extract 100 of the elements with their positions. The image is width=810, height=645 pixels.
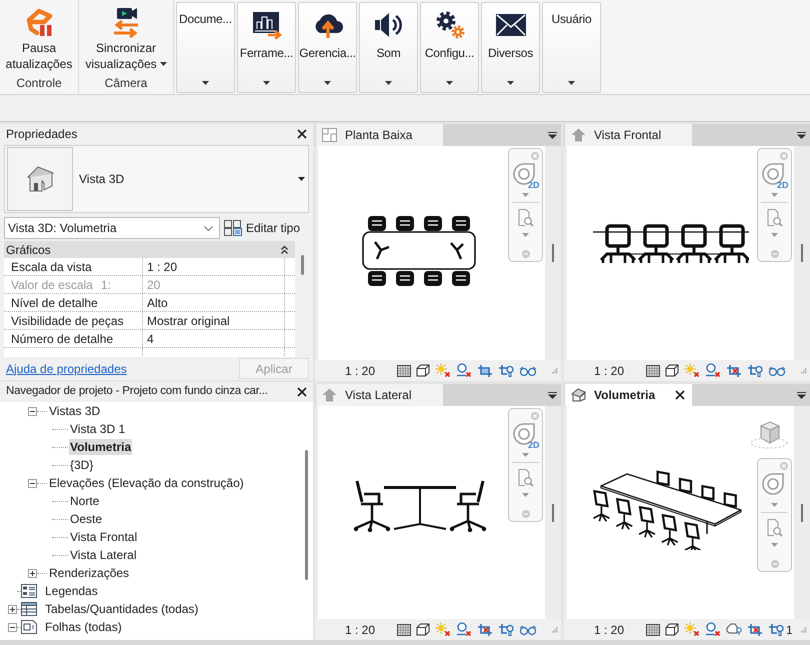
crop-bulb-icon[interactable]: [498, 622, 514, 636]
tree-item[interactable]: Legendas: [44, 583, 99, 599]
tree-item[interactable]: Vistas 3D: [48, 403, 102, 419]
glasses-icon[interactable]: [519, 624, 537, 636]
scrollbar[interactable]: [300, 255, 304, 275]
tree-item[interactable]: Volumetria: [69, 439, 132, 455]
tree-item[interactable]: Vista Frontal: [69, 529, 138, 545]
menu-caret-icon[interactable]: [548, 132, 557, 138]
crop-cross-icon[interactable]: [747, 622, 763, 636]
tree-item[interactable]: Vista 3D 1: [69, 421, 126, 437]
tree-item[interactable]: Vista Lateral: [69, 547, 138, 563]
resize-grip-icon[interactable]: [800, 367, 807, 374]
crop-cross-icon[interactable]: [726, 364, 742, 378]
crop-bulb-icon[interactable]: [747, 364, 763, 378]
checkered-square-icon[interactable]: [397, 624, 411, 636]
scrollbar[interactable]: [552, 504, 554, 522]
ribbon-menu-button[interactable]: Som: [359, 2, 418, 93]
checkered-square-icon[interactable]: [646, 364, 660, 376]
scrollbar[interactable]: [801, 244, 803, 262]
crop-bulb-icon[interactable]: [768, 622, 784, 636]
sheet-icon: [21, 620, 37, 634]
gears-icon: [434, 10, 464, 40]
collapse-icon[interactable]: [28, 406, 37, 416]
view-tab[interactable]: Vista Frontal: [565, 124, 692, 146]
menu-caret-icon[interactable]: [548, 392, 557, 398]
view-tab[interactable]: Planta Baixa: [316, 124, 443, 146]
caret-icon: [298, 177, 305, 181]
crop-cross-icon[interactable]: [477, 622, 493, 636]
close-icon[interactable]: [297, 129, 307, 139]
zoom-icon[interactable]: [518, 469, 534, 487]
ribbon-menu-button[interactable]: Usuário: [542, 2, 601, 93]
sun-cross-icon[interactable]: [684, 363, 700, 378]
close-icon[interactable]: [675, 390, 685, 400]
sun-cross-icon[interactable]: [435, 363, 451, 378]
sphere-cross-icon[interactable]: [705, 622, 721, 637]
zoom-icon[interactable]: [518, 209, 534, 227]
building-chart-icon: [252, 11, 282, 39]
ribbon-menu-button[interactable]: Configu...: [420, 2, 479, 93]
steering-wheel-button[interactable]: 2D: [512, 162, 540, 190]
tree-item[interactable]: Oeste: [69, 511, 104, 527]
resize-grip-icon[interactable]: [551, 367, 558, 374]
sphere-cross-icon[interactable]: [456, 363, 472, 378]
tree-item[interactable]: Elevações (Elevação da construção): [48, 475, 245, 491]
menu-caret-icon[interactable]: [797, 392, 806, 398]
steering-wheel-icon: [762, 473, 784, 495]
scrollbar[interactable]: [801, 504, 803, 522]
scale-button[interactable]: 1 : 20: [342, 362, 378, 380]
glasses-icon[interactable]: [519, 364, 537, 376]
tree-item[interactable]: Renderizações: [48, 565, 130, 581]
collapse-icon[interactable]: [8, 622, 17, 632]
scrollbar[interactable]: [552, 244, 554, 262]
steering-wheel-button[interactable]: 2D: [512, 422, 540, 450]
expand-icon[interactable]: [28, 568, 37, 578]
close-icon[interactable]: [297, 387, 307, 397]
tree-item[interactable]: Tabelas/Quantidades (todas): [44, 601, 200, 617]
sphere-cross-icon[interactable]: [705, 363, 721, 378]
collapse-icon[interactable]: [28, 478, 37, 488]
view-dropdown[interactable]: Vista 3D: Volumetria: [4, 217, 220, 239]
crop-icon[interactable]: [477, 364, 493, 378]
menu-caret-icon[interactable]: [797, 132, 806, 138]
zoom-icon[interactable]: [766, 519, 782, 537]
expand-icon[interactable]: [8, 604, 17, 614]
help-link[interactable]: Ajuda de propriedades: [6, 360, 127, 378]
scale-button[interactable]: 1 : 20: [342, 620, 378, 638]
lock-icon[interactable]: [726, 623, 742, 636]
checkered-square-icon[interactable]: [397, 364, 411, 376]
property-name: Nível de detalhe: [11, 294, 98, 312]
tree-item[interactable]: {3D}: [69, 457, 94, 473]
sphere-cross-icon[interactable]: [456, 622, 472, 637]
resize-grip-icon[interactable]: [551, 626, 558, 633]
cube-icon[interactable]: [416, 364, 430, 377]
sun-cross-icon[interactable]: [435, 622, 451, 637]
resize-grip-icon[interactable]: [800, 626, 807, 633]
ribbon-button[interactable]: Sincronizar visualizações: [80, 0, 172, 72]
ribbon-button[interactable]: Pausa atualizações: [1, 0, 77, 72]
category-header[interactable]: Gráficos: [4, 241, 295, 258]
sun-cross-icon[interactable]: [684, 622, 700, 637]
ribbon-menu-button[interactable]: Docume...: [176, 2, 235, 93]
caret-icon: [507, 81, 514, 85]
scale-button[interactable]: 1 : 20: [591, 362, 627, 380]
cube-icon[interactable]: [665, 364, 679, 377]
scale-button[interactable]: 1 : 20: [591, 620, 627, 638]
steering-wheel-button[interactable]: 2D: [760, 162, 788, 190]
zoom-icon[interactable]: [766, 209, 782, 227]
tree-item[interactable]: Folhas (todas): [44, 619, 123, 635]
cube-icon[interactable]: [665, 623, 679, 636]
tree-item[interactable]: Norte: [69, 493, 100, 509]
edit-type-button[interactable]: Editar tipo: [224, 219, 300, 237]
view-tab[interactable]: Volumetria: [565, 384, 692, 406]
glasses-icon[interactable]: [768, 364, 786, 376]
crop-bulb-icon[interactable]: [498, 364, 514, 378]
checkered-square-icon[interactable]: [646, 624, 660, 636]
scrollbar[interactable]: [304, 450, 308, 580]
ribbon-menu-button[interactable]: Diversos: [481, 2, 540, 93]
view-tab[interactable]: Vista Lateral: [316, 384, 443, 406]
cube-icon[interactable]: [416, 623, 430, 636]
ribbon-menu-button[interactable]: Ferrame...: [237, 2, 296, 93]
caret-icon: [522, 193, 529, 197]
ribbon-menu-button[interactable]: Gerencia...: [298, 2, 357, 93]
type-selector[interactable]: Vista 3D: [4, 145, 309, 213]
